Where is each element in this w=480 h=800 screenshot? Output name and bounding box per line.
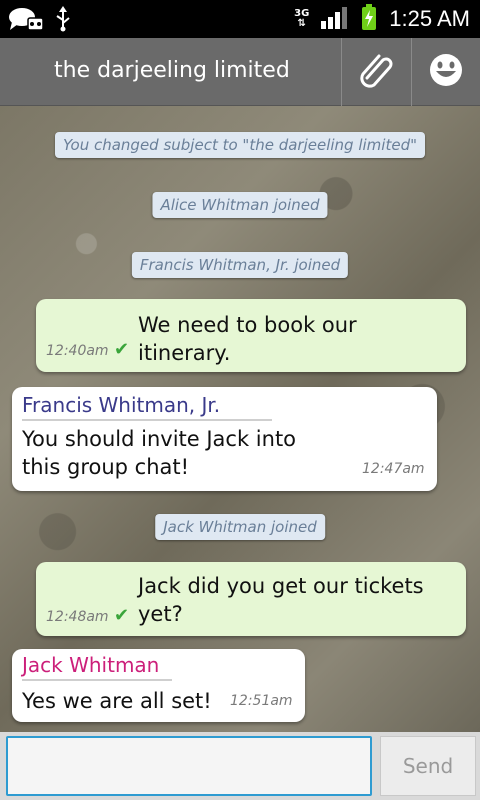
- message-text: We need to book our: [138, 313, 357, 337]
- chat-notification-icon: [8, 6, 44, 36]
- group-subject[interactable]: the darjeeling limited: [54, 58, 290, 83]
- sender-divider: [22, 679, 172, 681]
- delivered-check-icon: ✔: [114, 605, 130, 626]
- message-text: You should invite Jack into: [22, 427, 297, 451]
- usb-icon: [54, 6, 72, 36]
- delivered-check-icon: ✔: [114, 339, 130, 360]
- message-text: this group chat!: [22, 455, 190, 479]
- network-type-label: 3G: [294, 8, 310, 19]
- paperclip-icon: [357, 50, 397, 94]
- send-button[interactable]: Send: [380, 736, 476, 796]
- message-text: Jack did you get our tickets: [138, 574, 424, 598]
- message-input[interactable]: [6, 736, 372, 796]
- sender-name[interactable]: Jack Whitman: [22, 653, 172, 677]
- outgoing-message[interactable]: We need to book our itinerary. 12:40am ✔: [36, 299, 466, 372]
- outgoing-message[interactable]: Jack did you get our tickets yet? 12:48a…: [36, 562, 466, 636]
- composer-bar: Send: [0, 732, 480, 800]
- message-list[interactable]: You changed subject to "the darjeeling l…: [0, 106, 480, 732]
- system-message: You changed subject to "the darjeeling l…: [55, 132, 425, 158]
- clock: 1:25 AM: [389, 6, 470, 31]
- message-text: yet?: [138, 602, 183, 626]
- sender-divider: [22, 419, 272, 421]
- status-bar: 3G ⇅ 1:25 AM: [0, 0, 480, 38]
- message-text: Yes we are all set!: [22, 689, 212, 713]
- attach-button[interactable]: [341, 38, 411, 106]
- system-message: Francis Whitman, Jr. joined: [131, 252, 349, 278]
- system-message: Alice Whitman joined: [152, 192, 328, 218]
- message-timestamp: 12:47am: [362, 461, 425, 477]
- message-timestamp: 12:40am: [46, 343, 109, 359]
- incoming-message[interactable]: Francis Whitman, Jr. You should invite J…: [12, 387, 437, 491]
- sender-name[interactable]: Francis Whitman, Jr.: [22, 393, 272, 417]
- message-timestamp: 12:48am: [46, 609, 109, 625]
- system-message: Jack Whitman joined: [155, 514, 325, 540]
- conversation-header: the darjeeling limited: [0, 38, 480, 106]
- battery-charging-icon: [361, 4, 377, 34]
- emoji-button[interactable]: [411, 38, 480, 106]
- incoming-message[interactable]: Jack Whitman Yes we are all set! 12:51am: [12, 649, 305, 722]
- signal-strength-icon: [321, 5, 349, 33]
- message-timestamp: 12:51am: [230, 693, 293, 709]
- smiley-icon: [429, 53, 463, 91]
- message-text: itinerary.: [138, 341, 231, 365]
- network-type-icon: 3G ⇅: [294, 8, 310, 29]
